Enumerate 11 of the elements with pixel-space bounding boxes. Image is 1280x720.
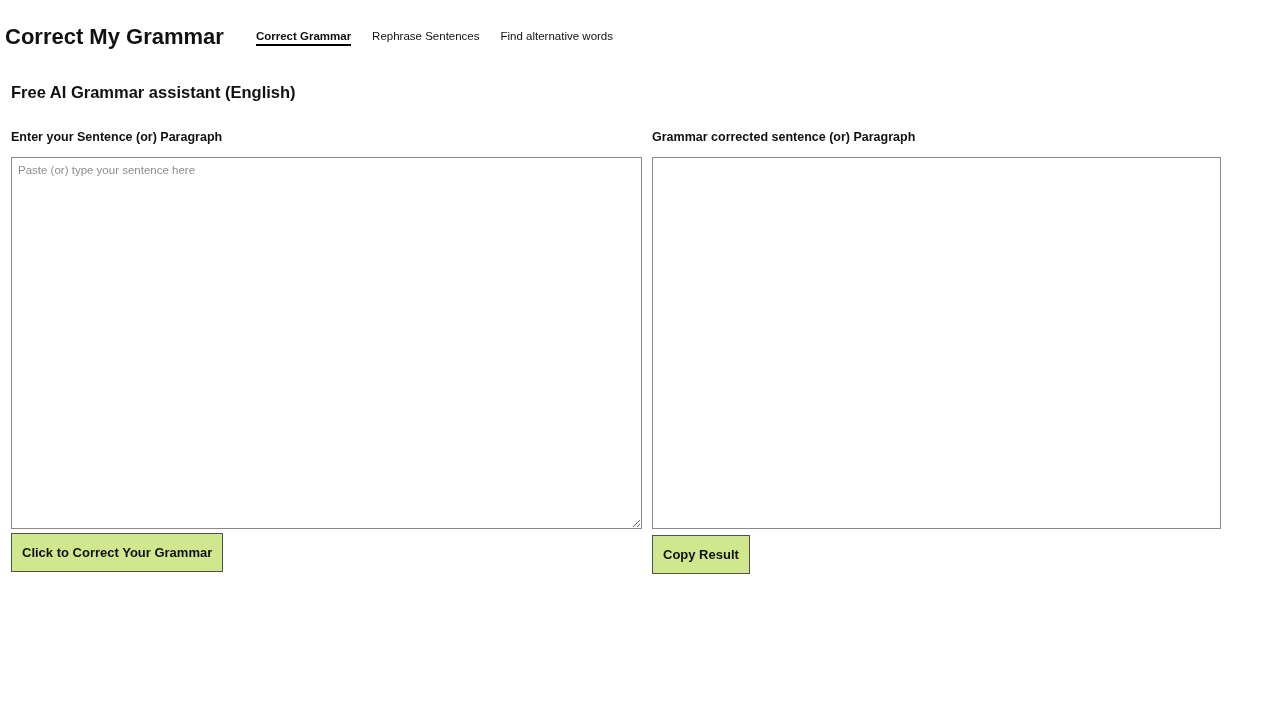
- nav-tab[interactable]: Find alternative words: [500, 28, 613, 46]
- correct-grammar-button[interactable]: Click to Correct Your Grammar: [11, 533, 224, 572]
- nav-tab[interactable]: Rephrase Sentences: [372, 28, 480, 46]
- input-label: Enter your Sentence (or) Paragraph: [11, 129, 223, 146]
- output-label: Grammar corrected sentence (or) Paragraph: [652, 129, 916, 146]
- site-title: Correct My Grammar: [5, 23, 224, 51]
- nav-tab[interactable]: Correct Grammar: [255, 28, 352, 46]
- copy-result-button[interactable]: Copy Result: [652, 535, 750, 574]
- page-heading: Free AI Grammar assistant (English): [11, 82, 296, 103]
- result-field[interactable]: [652, 157, 1221, 529]
- sentence-input[interactable]: Paste (or) type your sentence here: [11, 157, 642, 529]
